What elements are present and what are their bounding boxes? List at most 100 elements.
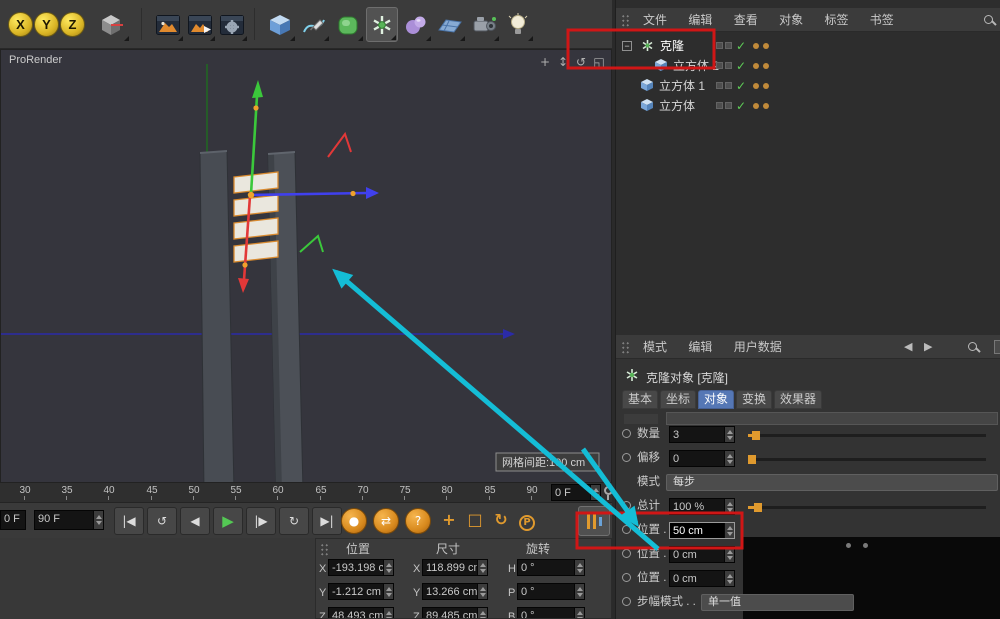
enabled-check-icon[interactable]: ✓ [736, 100, 746, 112]
autokey-button[interactable]: ⇄ [373, 508, 399, 534]
keyframe-circle-icon[interactable] [622, 597, 631, 606]
tab-transform[interactable]: 变换 [736, 390, 772, 409]
enabled-check-icon[interactable]: ✓ [736, 40, 746, 52]
tab-coordinates[interactable]: 坐标 [660, 390, 696, 409]
goto-start-button[interactable]: |◀ [114, 507, 144, 535]
position-x-input[interactable]: -193.198 cm [328, 559, 394, 576]
viewport-zoom-icon[interactable]: ↕ [555, 54, 571, 70]
stepper[interactable] [383, 560, 393, 575]
history-back-icon[interactable]: ◀ [904, 341, 912, 352]
editor-visibility-dot[interactable] [753, 103, 759, 109]
clipped-dropdown[interactable] [666, 412, 998, 425]
pen-spline-button[interactable] [298, 7, 330, 42]
enabled-check-icon[interactable]: ✓ [736, 80, 746, 92]
start-frame-input[interactable]: 0 F [0, 510, 26, 530]
mode-dropdown[interactable]: 每步 [666, 474, 998, 491]
layer-square[interactable] [725, 42, 732, 49]
layer-square[interactable] [725, 82, 732, 89]
size-y-input[interactable]: 13.266 cm [422, 583, 488, 600]
total-input[interactable]: 100 % [669, 498, 735, 515]
viewport[interactable]: 网格间距:100 cm ProRender + ↕ ↺ ◱ [0, 49, 612, 483]
position-y-input[interactable]: -1.212 cm [328, 583, 394, 600]
object-name[interactable]: 立方体 1 [659, 80, 705, 92]
play-reverse-button[interactable]: ↺ [147, 507, 177, 535]
gizmo-x-handle[interactable] [350, 191, 355, 196]
stepper[interactable] [477, 608, 487, 619]
tree-row-clone-child[interactable]: 立方体 2 ✓ [616, 56, 1000, 76]
object-name[interactable]: 立方体 2 [673, 60, 719, 72]
keyframe-selection-button[interactable] [578, 506, 610, 536]
position-y-step-input[interactable]: 0 cm [669, 546, 735, 563]
stepper[interactable] [724, 571, 734, 586]
coordinate-system-icon[interactable] [92, 7, 130, 42]
stepper[interactable] [477, 584, 487, 599]
layer-square[interactable] [716, 42, 723, 49]
search-icon[interactable] [968, 342, 977, 351]
mograph-cloner-button[interactable] [366, 7, 398, 42]
camera-button[interactable] [468, 7, 500, 42]
expander-icon[interactable]: − [622, 41, 632, 51]
layer-square[interactable] [716, 82, 723, 89]
axis-lock-y-button[interactable]: Y [34, 12, 59, 37]
record-scale-toggle[interactable]: □ [463, 510, 487, 532]
menu-file[interactable]: 文件 [634, 8, 676, 26]
menu-user-data[interactable]: 用户数据 [725, 335, 791, 353]
axis-lock-z-button[interactable]: Z [60, 12, 85, 37]
total-slider[interactable] [748, 506, 986, 509]
record-keyframe-button[interactable]: ● [341, 508, 367, 534]
metaball-button[interactable] [400, 7, 432, 42]
stepper[interactable] [574, 608, 584, 619]
offset-slider[interactable] [748, 458, 986, 461]
render-settings-button[interactable] [216, 7, 248, 42]
editor-visibility-dot[interactable] [753, 83, 759, 89]
render-visibility-dot[interactable] [763, 83, 769, 89]
record-position-toggle[interactable]: + [437, 510, 461, 532]
slider-handle[interactable] [754, 503, 762, 512]
gizmo-z-handle[interactable] [242, 262, 247, 267]
position-z-input[interactable]: 48.493 cm [328, 607, 394, 619]
current-frame-stepper[interactable] [590, 485, 600, 500]
loop-button[interactable]: ↻ [279, 507, 309, 535]
render-visibility-dot[interactable] [763, 63, 769, 69]
play-button[interactable]: ▶ [213, 507, 243, 535]
menu-view[interactable]: 查看 [725, 8, 767, 26]
viewport-toggle-icon[interactable]: ◱ [591, 54, 607, 70]
viewport-pan-icon[interactable]: + [537, 54, 553, 70]
position-z-step-input[interactable]: 0 cm [669, 570, 735, 587]
record-parameter-toggle[interactable]: P [515, 510, 539, 532]
panel-grip-icon[interactable] [621, 341, 630, 354]
help-button[interactable]: ? [405, 508, 431, 534]
search-icon[interactable] [984, 15, 993, 24]
position-x-step-input[interactable]: 50 cm [669, 522, 735, 539]
render-view-button[interactable] [152, 7, 184, 42]
render-visibility-dot[interactable] [763, 43, 769, 49]
offset-input[interactable]: 0 [669, 450, 735, 467]
previous-frame-button[interactable]: ◀ [180, 507, 210, 535]
stepper[interactable] [724, 427, 734, 442]
size-z-input[interactable]: 89.485 cm [422, 607, 488, 619]
slider-handle[interactable] [752, 431, 760, 440]
object-name[interactable]: 立方体 [659, 100, 695, 112]
stepper[interactable] [724, 451, 734, 466]
stepper[interactable] [383, 608, 393, 619]
slider-handle[interactable] [748, 455, 756, 464]
end-frame-input[interactable]: 90 F [34, 510, 104, 530]
viewport-canvas[interactable]: 网格间距:100 cm [1, 50, 612, 483]
render-visibility-dot[interactable] [763, 103, 769, 109]
tab-object[interactable]: 对象 [698, 390, 734, 409]
layer-square[interactable] [716, 62, 723, 69]
keyframe-circle-icon[interactable] [622, 429, 631, 438]
menu-edit[interactable]: 编辑 [679, 8, 721, 26]
menu-bookmark[interactable]: 书签 [861, 8, 903, 26]
stepper[interactable] [477, 560, 487, 575]
rotation-b-input[interactable]: 0 ° [517, 607, 585, 619]
editor-visibility-dot[interactable] [753, 63, 759, 69]
primitive-cube-button[interactable] [264, 7, 296, 42]
stepper[interactable] [724, 523, 734, 538]
floor-environment-button[interactable] [434, 7, 466, 42]
panel-grip-icon[interactable] [320, 543, 329, 556]
menu-edit[interactable]: 编辑 [679, 335, 721, 353]
keyframe-circle-icon[interactable] [622, 549, 631, 558]
layer-square[interactable] [725, 62, 732, 69]
stepper[interactable] [724, 499, 734, 514]
